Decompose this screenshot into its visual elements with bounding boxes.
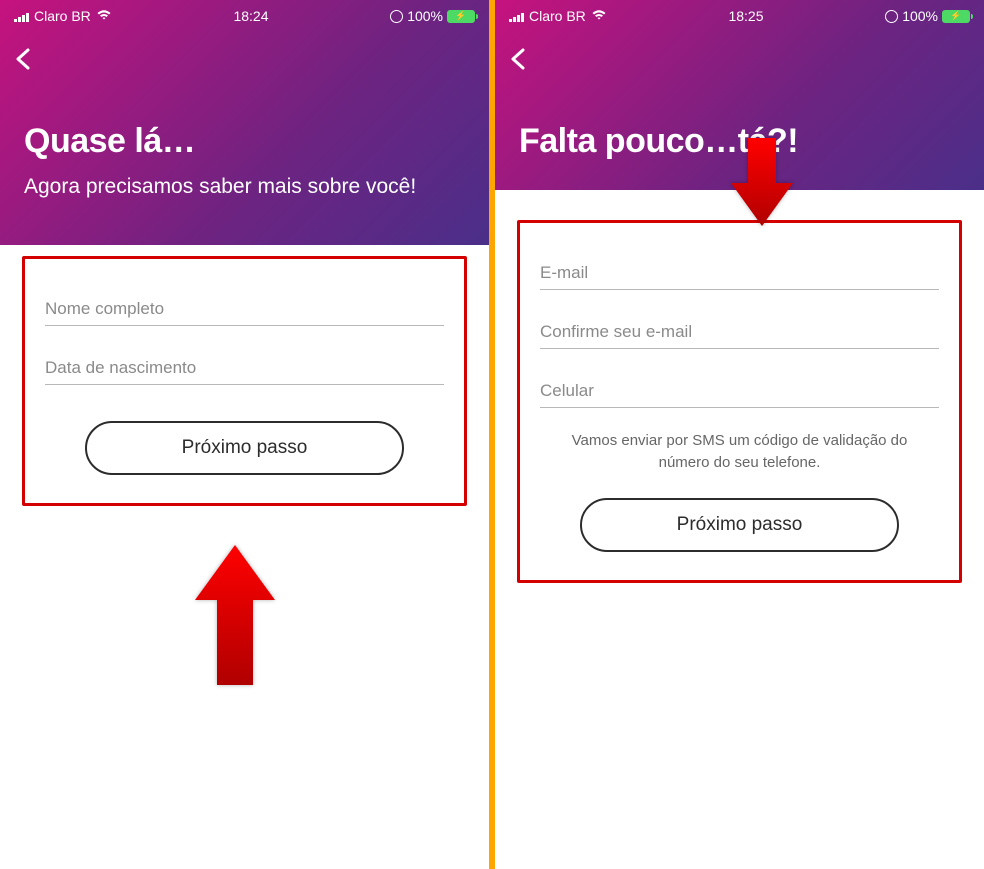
form-card: Vamos enviar por SMS um código de valida… [517, 220, 962, 583]
status-bar-left: Claro BR [14, 8, 112, 24]
battery-icon: ⚡ [942, 10, 970, 23]
annotation-arrow-up [195, 545, 275, 690]
page-subtitle: Agora precisamos saber mais sobre você! [24, 173, 465, 201]
phone-screen-left: Claro BR 18:24 100% ⚡ Quase lá… Agora pr… [0, 0, 489, 869]
back-button[interactable] [14, 42, 32, 79]
sync-icon [885, 10, 898, 23]
phone-screen-right: Claro BR 18:25 100% ⚡ Falta pouco…tá?! V… [495, 0, 984, 869]
next-button[interactable]: Próximo passo [85, 421, 404, 475]
header-content: Quase lá… Agora precisamos saber mais so… [0, 32, 489, 201]
signal-icon [14, 11, 29, 22]
time-label: 18:25 [728, 8, 763, 24]
signal-icon [509, 11, 524, 22]
confirm-email-input[interactable] [540, 312, 939, 349]
status-bar: Claro BR 18:24 100% ⚡ [0, 0, 489, 32]
sms-help-text: Vamos enviar por SMS um código de valida… [540, 430, 939, 474]
back-button[interactable] [509, 42, 527, 79]
email-input[interactable] [540, 253, 939, 290]
carrier-label: Claro BR [34, 8, 91, 24]
annotation-arrow-down [731, 138, 793, 231]
battery-icon: ⚡ [447, 10, 475, 23]
carrier-label: Claro BR [529, 8, 586, 24]
time-label: 18:24 [233, 8, 268, 24]
wifi-icon [591, 8, 607, 24]
page-title: Quase lá… [24, 122, 465, 161]
dob-input[interactable] [45, 348, 444, 385]
status-bar-right: 100% ⚡ [390, 8, 475, 24]
wifi-icon [96, 8, 112, 24]
form-card: Próximo passo [22, 256, 467, 506]
cellphone-input[interactable] [540, 371, 939, 408]
battery-label: 100% [902, 8, 938, 24]
battery-label: 100% [407, 8, 443, 24]
status-bar-left: Claro BR [509, 8, 607, 24]
status-bar-right: 100% ⚡ [885, 8, 970, 24]
next-button[interactable]: Próximo passo [580, 498, 899, 552]
name-input[interactable] [45, 289, 444, 326]
status-bar: Claro BR 18:25 100% ⚡ [495, 0, 984, 32]
sync-icon [390, 10, 403, 23]
